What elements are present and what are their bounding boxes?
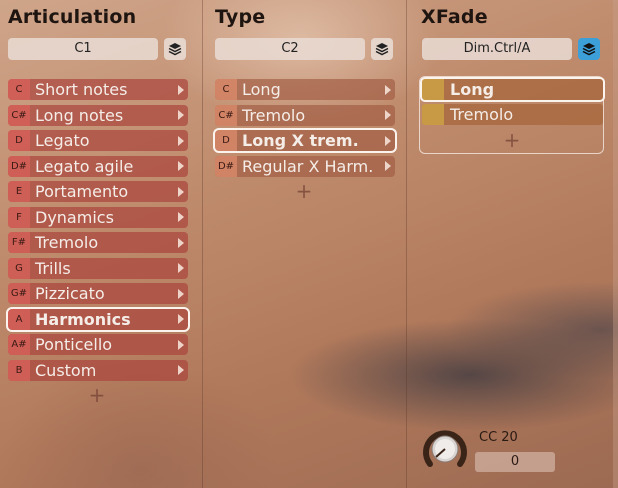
chevron-right-icon (385, 84, 391, 95)
type-item-label: Regular X Harm. (242, 156, 374, 176)
articulation-item[interactable]: G Trills (8, 257, 188, 279)
articulation-layers-button[interactable] (164, 38, 186, 60)
type-item-label: Tremolo (242, 105, 306, 125)
chevron-right-icon (178, 110, 184, 120)
articulation-key-label: E (8, 181, 30, 202)
articulation-item-label: Legato (35, 131, 90, 150)
articulation-item-label: Legato agile (35, 156, 134, 176)
type-selector[interactable]: C2 (215, 38, 365, 60)
layers-icon (582, 43, 596, 56)
xfade-color-swatch (422, 104, 444, 125)
articulation-item-label: Long notes (35, 105, 124, 125)
articulation-key-label: A (8, 308, 30, 330)
type-item[interactable]: C Long (215, 79, 395, 100)
layers-icon (375, 43, 389, 56)
type-item-label: Long X trem. (242, 131, 359, 150)
chevron-right-icon (178, 365, 184, 375)
articulation-heading: Articulation (8, 6, 137, 28)
cc-label: CC 20 (479, 430, 518, 445)
articulation-item[interactable]: B Custom (8, 359, 188, 381)
xfade-item-long[interactable]: Long (420, 77, 605, 102)
articulation-item[interactable]: G# Pizzicato (8, 283, 188, 304)
type-column: Type C2 C Long C# Tremolo D Long X trem. D# Reg… (207, 0, 402, 488)
articulation-item-label: Dynamics (35, 207, 114, 227)
xfade-list: Long Tremolo + (419, 76, 605, 154)
xfade-item-tremolo[interactable]: Tremolo (422, 104, 603, 125)
articulation-key-label: F# (8, 232, 30, 253)
articulation-item[interactable]: F# Tremolo (8, 232, 188, 253)
type-key-label: D (215, 130, 237, 151)
articulation-key-label: B (8, 359, 30, 381)
xfade-item-label: Long (450, 80, 495, 99)
articulation-item[interactable]: F Dynamics (8, 206, 188, 228)
articulation-item[interactable]: C Short notes (8, 79, 188, 100)
chevron-right-icon (385, 135, 391, 146)
chevron-right-icon (178, 84, 184, 95)
articulation-item[interactable]: A Harmonics (6, 306, 190, 332)
xfade-item-label: Tremolo (450, 105, 514, 124)
articulation-key-label: G# (8, 283, 30, 304)
xfade-heading: XFade (421, 6, 488, 28)
type-key-label: D# (215, 155, 237, 177)
chevron-right-icon (178, 161, 184, 171)
articulation-key-label: G (8, 257, 30, 279)
chevron-right-icon (178, 263, 184, 273)
type-item-label: Long (242, 80, 281, 99)
articulation-item-label: Short notes (35, 80, 128, 99)
type-heading: Type (215, 6, 266, 28)
articulation-item[interactable]: D# Legato agile (8, 155, 188, 177)
add-articulation-button[interactable]: + (87, 385, 107, 405)
column-divider (406, 0, 407, 488)
chevron-right-icon (178, 339, 184, 350)
type-list: C Long C# Tremolo D Long X trem. D# Regular X H… (213, 79, 397, 181)
articulation-selector[interactable]: C1 (8, 38, 158, 60)
layers-icon (168, 43, 182, 56)
articulation-item-label: Ponticello (35, 335, 113, 354)
chevron-right-icon (178, 288, 184, 299)
chevron-right-icon (178, 314, 184, 324)
articulation-key-label: C# (8, 104, 30, 126)
articulation-list: C Short notes C# Long notes D Legato D# Legato … (6, 79, 190, 385)
articulation-key-label: F (8, 206, 30, 228)
cc-knob[interactable] (420, 424, 470, 470)
type-item[interactable]: D# Regular X Harm. (215, 155, 395, 177)
articulation-item-label: Trills (35, 258, 71, 278)
articulation-key-label: C (8, 79, 30, 100)
type-layers-button[interactable] (371, 38, 393, 60)
chevron-right-icon (178, 186, 184, 197)
articulation-item-label: Harmonics (35, 309, 131, 329)
articulation-item[interactable]: A# Ponticello (8, 334, 188, 355)
articulation-item[interactable]: E Portamento (8, 181, 188, 202)
chevron-right-icon (385, 110, 391, 120)
knob-dial (423, 430, 467, 467)
xfade-layers-button[interactable] (578, 38, 600, 60)
xfade-color-swatch (422, 79, 444, 100)
articulation-item[interactable]: C# Long notes (8, 104, 188, 126)
chevron-right-icon (385, 161, 391, 171)
articulation-column: Articulation C1 C Short notes C# Long notes… (0, 0, 200, 488)
articulation-item-label: Pizzicato (35, 284, 105, 303)
chevron-right-icon (178, 212, 184, 222)
chevron-right-icon (178, 237, 184, 248)
articulation-item-label: Portamento (35, 182, 129, 201)
type-item[interactable]: D Long X trem. (213, 128, 397, 153)
xfade-selector[interactable]: Dim.Ctrl/A (422, 38, 572, 60)
add-type-button[interactable]: + (294, 181, 314, 201)
type-key-label: C# (215, 104, 237, 126)
articulation-key-label: A# (8, 334, 30, 355)
scrollbar[interactable] (613, 0, 618, 488)
cc-value-field[interactable]: 0 (475, 452, 555, 472)
articulation-key-label: D# (8, 155, 30, 177)
articulation-item-label: Custom (35, 360, 97, 380)
column-divider (202, 0, 203, 488)
type-key-label: C (215, 79, 237, 100)
articulation-item[interactable]: D Legato (8, 130, 188, 151)
articulation-item-label: Tremolo (35, 233, 99, 252)
chevron-right-icon (178, 135, 184, 146)
xfade-column: XFade Dim.Ctrl/A Long Tremolo + (413, 0, 613, 488)
articulation-key-label: D (8, 130, 30, 151)
add-xfade-button[interactable]: + (502, 130, 522, 150)
type-item[interactable]: C# Tremolo (215, 104, 395, 126)
